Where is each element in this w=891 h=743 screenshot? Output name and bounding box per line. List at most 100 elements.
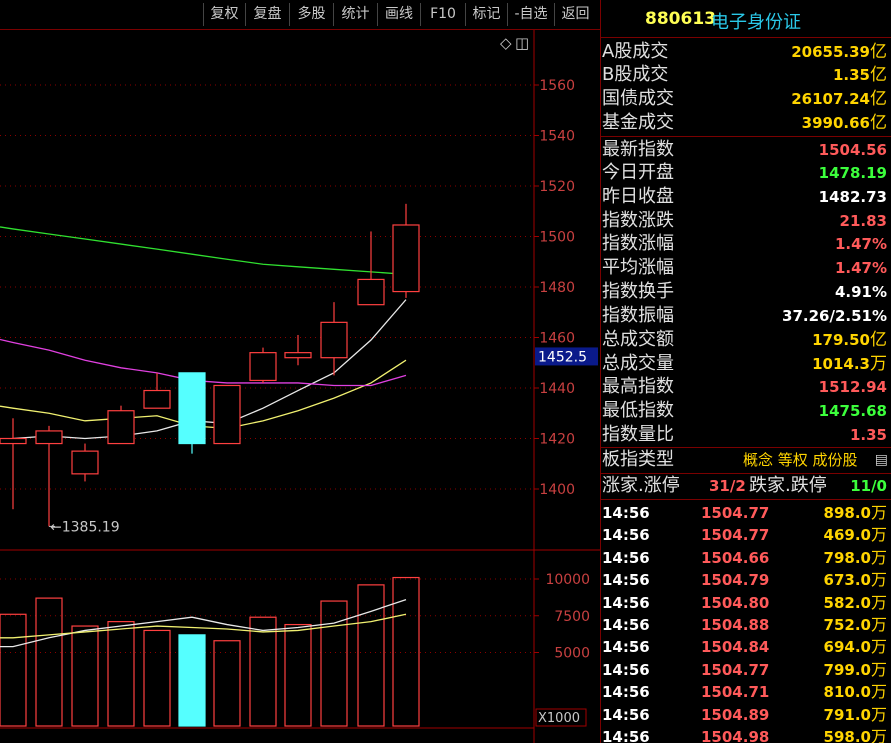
tick-row: 14:56 1504.77 469.0万: [601, 524, 891, 546]
tick-time: 14:56: [602, 504, 650, 522]
stat-label: A股成交: [602, 41, 669, 62]
stat-label: 最高指数: [602, 376, 674, 397]
list-icon[interactable]: ▤: [875, 448, 888, 472]
tick-volume: 598.0万: [824, 726, 887, 743]
price-tick-label: 1480: [539, 280, 575, 296]
stat-row: 基金成交 3990.66亿: [601, 111, 891, 135]
duogu-button[interactable]: 多股: [289, 3, 333, 26]
kline-chart[interactable]: ←1385.19 1560 1540 1520 1500 1480 1460 1440 142…: [0, 30, 600, 743]
price-tick-label: 1440: [539, 381, 575, 397]
tick-price: 1504.80: [701, 593, 770, 612]
stat-value: 20655.39亿: [791, 40, 887, 64]
stat-label: 基金成交: [602, 112, 674, 133]
tick-volume: 673.0万: [824, 569, 887, 591]
diamond-icon[interactable]: ◇: [500, 34, 512, 52]
tongji-button[interactable]: 统计: [333, 3, 377, 26]
tick-time: 14:56: [602, 526, 650, 545]
stat-number: 1504.56: [818, 141, 887, 159]
stat-label: 今日开盘: [602, 162, 674, 183]
down-count-label: 跌家.跌停: [749, 475, 827, 496]
tick-time: 14:56: [602, 638, 650, 657]
candle-body: [178, 372, 206, 445]
volume-bar: [107, 621, 135, 727]
stat-label: 平均涨幅: [602, 257, 674, 278]
candle-body: [143, 389, 171, 409]
tick-volume-unit: 万: [870, 615, 887, 634]
tick-volume: 810.0万: [824, 681, 887, 703]
index-name: 电子身份证: [711, 12, 801, 33]
tick-time: 14:56: [602, 616, 650, 634]
tick-time: 14:56: [602, 705, 650, 724]
volume-bar: [143, 629, 171, 727]
tick-volume-unit: 万: [870, 727, 887, 743]
stat-row: 指数换手 4.91%: [601, 280, 891, 304]
tick-volume-unit: 万: [870, 547, 887, 567]
volume-bar: [357, 584, 385, 727]
biaoji-button[interactable]: 标记: [465, 3, 507, 26]
stat-label: 指数涨跌: [602, 210, 674, 231]
index-type-row: 板指类型 概念 等权 成份股 ▤: [601, 448, 891, 472]
price-tick-label: 1420: [539, 432, 575, 448]
stat-row: 指数涨跌 21.83: [601, 209, 891, 233]
candle-body: [107, 410, 135, 445]
window-icon[interactable]: ◫: [515, 34, 529, 52]
stat-label: 总成交量: [602, 353, 674, 374]
up-count-value: 31/2: [709, 477, 746, 495]
tick-row: 14:56 1504.88 752.0万: [601, 614, 891, 636]
stat-value: 1.47%: [835, 256, 887, 280]
stat-number: 4.91%: [834, 283, 887, 301]
stat-unit: 万: [870, 354, 887, 374]
stat-row: B股成交 1.35亿: [601, 63, 891, 87]
zixuan-button[interactable]: -自选: [507, 3, 554, 26]
stat-number: 1.35: [849, 426, 887, 444]
stat-row: 总成交量 1014.3万: [601, 352, 891, 376]
index-type-label: 板指类型: [602, 449, 674, 470]
fuquan-button[interactable]: 复权: [203, 3, 245, 26]
tick-volume: 798.0万: [824, 547, 887, 569]
price-tick-label: 1500: [539, 230, 575, 246]
candles: ←1385.19: [0, 203, 420, 535]
tick-price: 1504.77: [701, 660, 770, 679]
stat-row: 指数振幅 37.26/2.51%: [601, 304, 891, 328]
tick-time: 14:56: [602, 548, 650, 567]
candle-body: [0, 437, 27, 445]
tick-volume-number: 694.0: [823, 638, 871, 657]
tick-volume-unit: 万: [870, 592, 887, 612]
fanhui-button[interactable]: 返回: [554, 3, 596, 26]
stat-label: 国债成交: [602, 88, 674, 109]
stat-value: 1.35: [850, 423, 887, 447]
stat-value: 1478.19: [819, 161, 887, 185]
stat-row: A股成交 20655.39亿: [601, 40, 891, 64]
panel-separator: [601, 499, 891, 500]
stat-value: 1.47%: [835, 232, 887, 256]
tick-volume: 469.0万: [824, 524, 887, 546]
f10-button[interactable]: F10: [420, 3, 465, 26]
tick-volume-number: 798.0: [823, 548, 871, 567]
updown-row: 涨家.涨停 31/2 跌家.跌停 11/0: [601, 474, 891, 498]
fupan-button[interactable]: 复盘: [245, 3, 289, 26]
stat-row: 今日开盘 1478.19: [601, 161, 891, 185]
price-tick-label: 1400: [539, 482, 575, 498]
index-code: 880613: [645, 9, 716, 29]
stat-value: 21.83: [840, 209, 887, 233]
huaxian-button[interactable]: 画线: [377, 3, 420, 26]
tick-row: 14:56 1504.80 582.0万: [601, 592, 891, 614]
price-tick-label: 1520: [539, 179, 575, 195]
tick-volume-unit: 万: [870, 570, 887, 590]
stat-value: 1.35亿: [833, 63, 887, 87]
stat-number: 1.35: [832, 66, 870, 84]
tick-volume-unit: 万: [870, 682, 887, 702]
stat-number: 3990.66: [801, 114, 870, 132]
price-tick-label: 1560: [539, 78, 575, 94]
stat-unit: 亿: [870, 65, 887, 85]
stat-unit: 亿: [870, 113, 887, 133]
stat-number: 37.26/2.51%: [782, 307, 887, 325]
index-type-tags[interactable]: 概念 等权 成份股: [743, 448, 858, 472]
stat-value: 1512.94: [819, 375, 887, 399]
stat-row: 国债成交 26107.24亿: [601, 87, 891, 111]
stat-unit: 亿: [870, 89, 887, 109]
volume-bar: [284, 623, 312, 727]
tick-row: 14:56 1504.98 598.0万: [601, 726, 891, 743]
stat-value: 1504.56: [819, 138, 887, 162]
price-tick-label: 1540: [539, 129, 575, 145]
